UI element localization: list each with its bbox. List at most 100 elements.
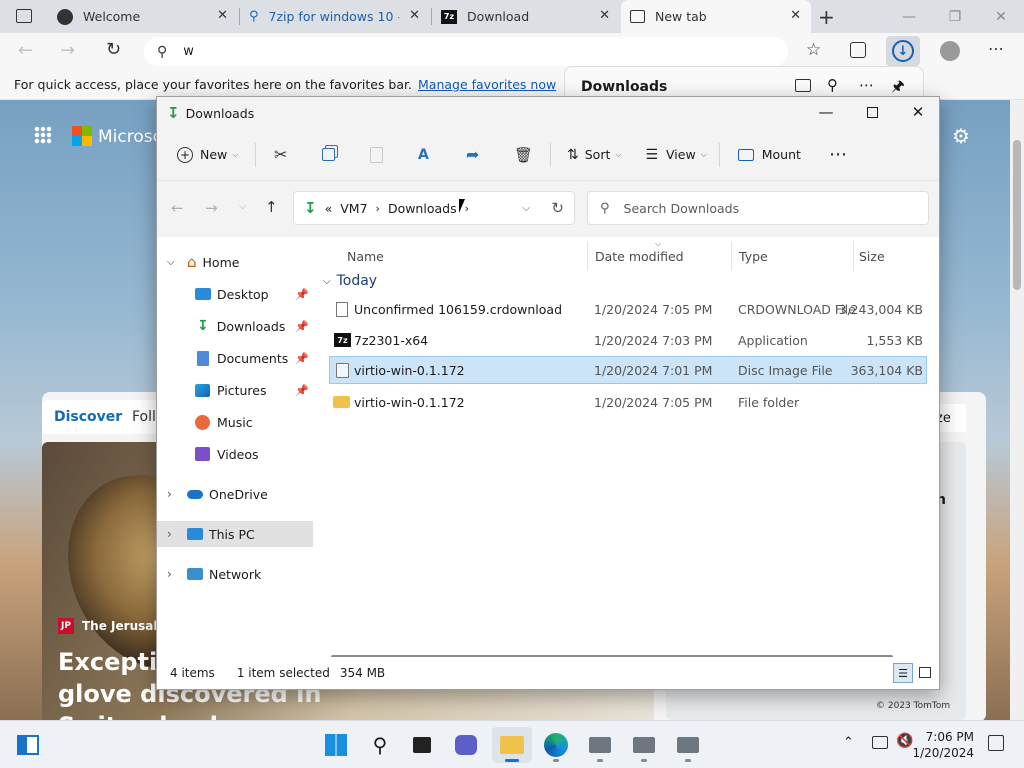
nav-item-network[interactable]: › Network [157, 561, 317, 587]
search-icon[interactable]: ⚲ [827, 76, 838, 94]
see-more-button[interactable]: ⋯ [829, 139, 847, 171]
more-options-icon[interactable]: ⋯ [859, 76, 874, 94]
notifications-icon[interactable] [988, 735, 1004, 751]
view-button[interactable]: ☰ View ⌵ [645, 139, 706, 171]
nav-item-documents[interactable]: Documents 📌 [157, 345, 317, 371]
manage-favorites-link[interactable]: Manage favorites now [418, 77, 556, 92]
share-button[interactable]: ➦ [466, 139, 486, 171]
app-taskbar-icon[interactable] [580, 727, 620, 763]
minimize-button[interactable]: — [803, 97, 849, 127]
tab-discover[interactable]: Discover Follo [42, 400, 164, 434]
tab-actions-icon[interactable] [16, 9, 32, 23]
page-scrollbar[interactable] [1010, 100, 1024, 720]
favorites-icon[interactable]: ☆ [806, 40, 821, 60]
chevron-down-icon[interactable]: ⌵ [167, 257, 181, 268]
system-clock[interactable]: 7:06 PM 1/20/2024 [912, 729, 974, 761]
apps-launcher-icon[interactable] [34, 126, 52, 144]
search-box[interactable]: ⚲ Search Downloads [587, 191, 929, 225]
breadcrumb-overflow[interactable]: « [325, 201, 333, 216]
recent-locations-button[interactable]: ⌵ [239, 201, 247, 212]
nav-item-desktop[interactable]: Desktop 📌 [157, 281, 317, 307]
delete-button[interactable]: 🗑 [514, 139, 534, 171]
back-button[interactable]: ← [18, 40, 33, 61]
chat-icon[interactable] [446, 727, 486, 763]
nav-item-videos[interactable]: Videos [157, 441, 317, 467]
close-tab-icon[interactable]: ✕ [790, 8, 801, 23]
nav-item-downloads[interactable]: ↧ Downloads 📌 [157, 313, 317, 339]
file-row-selected[interactable]: virtio-win-0.1.172 1/20/2024 7:01 PM Dis… [329, 356, 927, 384]
rename-button[interactable]: A [418, 139, 438, 171]
explorer-titlebar[interactable]: ↧ Downloads — ✕ [157, 97, 939, 129]
address-input[interactable]: w [183, 44, 194, 59]
volume-muted-icon[interactable]: 🔇 [896, 733, 913, 749]
up-button[interactable]: ↑ [265, 198, 278, 216]
tab-download[interactable]: 7z Download ✕ [432, 0, 620, 33]
search-button[interactable]: ⚲ [360, 727, 400, 763]
address-bar[interactable]: ⚲ w [144, 37, 788, 66]
sort-button[interactable]: ⇅ Sort ⌵ [567, 139, 621, 171]
tab-7zip-search[interactable]: ⚲ 7zip for windows 10 - S ✕ [240, 0, 430, 33]
show-desktop-widget-icon[interactable] [8, 727, 48, 763]
nav-item-pictures[interactable]: Pictures 📌 [157, 377, 317, 403]
close-button[interactable]: ✕ [895, 97, 941, 127]
app-taskbar-icon[interactable] [624, 727, 664, 763]
column-divider[interactable] [587, 241, 588, 271]
page-settings-gear-icon[interactable]: ⚙ [952, 124, 970, 148]
minimize-button[interactable]: — [886, 0, 932, 33]
edge-taskbar-icon[interactable] [536, 727, 576, 763]
chevron-right-icon[interactable]: › [167, 527, 181, 541]
chevron-right-icon[interactable]: › [167, 487, 181, 501]
nav-item-onedrive[interactable]: › OneDrive [157, 481, 317, 507]
nav-item-music[interactable]: Music [157, 409, 317, 435]
restore-button[interactable]: ❐ [932, 0, 978, 33]
column-header-name[interactable]: Name [347, 249, 384, 264]
start-button[interactable] [316, 727, 356, 763]
back-button[interactable]: ← [171, 199, 184, 217]
chevron-down-icon[interactable]: ⌵ [522, 203, 530, 214]
new-button[interactable]: + New ⌵ [177, 139, 241, 171]
group-header-today[interactable]: ⌵ Today [323, 269, 377, 293]
refresh-icon[interactable]: ↻ [551, 199, 564, 217]
copy-button[interactable] [322, 139, 342, 171]
chevron-right-icon[interactable]: › [167, 567, 181, 581]
settings-more-icon[interactable]: ⋯ [988, 39, 1004, 58]
app-taskbar-icon[interactable] [668, 727, 708, 763]
collections-icon[interactable] [850, 42, 866, 58]
forward-button[interactable]: → [60, 40, 75, 61]
tiles-view-icon[interactable] [919, 667, 931, 678]
file-row[interactable]: Unconfirmed 106159.crdownload 1/20/2024 … [329, 295, 927, 323]
cut-button[interactable]: ✂ [274, 139, 294, 171]
column-header-date[interactable]: Date modified [595, 249, 684, 264]
nav-item-this-pc[interactable]: › This PC [157, 521, 313, 547]
downloads-button[interactable]: ↓ [886, 36, 920, 66]
breadcrumb-downloads[interactable]: Downloads [388, 201, 457, 216]
details-view-icon[interactable]: ☰ [893, 663, 913, 683]
column-divider[interactable] [731, 241, 732, 271]
close-tab-icon[interactable]: ✕ [217, 8, 228, 23]
column-divider[interactable] [853, 241, 854, 271]
column-header-size[interactable]: Size [859, 249, 885, 264]
file-row[interactable]: virtio-win-0.1.172 1/20/2024 7:05 PM Fil… [329, 388, 927, 416]
nav-item-home[interactable]: ⌵ ⌂ Home [157, 249, 317, 275]
file-explorer-taskbar-icon[interactable] [492, 727, 532, 763]
maximize-button[interactable] [849, 97, 895, 127]
open-folder-icon[interactable] [795, 79, 811, 92]
network-status-icon[interactable] [872, 736, 888, 749]
profile-avatar[interactable] [940, 41, 960, 61]
task-view-icon[interactable] [402, 727, 442, 763]
forward-button[interactable]: → [205, 199, 218, 217]
file-row[interactable]: 7z 7z2301-x64 1/20/2024 7:03 PM Applicat… [329, 326, 927, 354]
scrollbar-thumb[interactable] [1013, 140, 1021, 290]
address-breadcrumb[interactable]: ↧ « VM7 › Downloads › ⌵ ↻ [293, 191, 575, 225]
show-hidden-icons-chevron-up-icon[interactable]: ⌃ [843, 735, 854, 750]
tab-welcome[interactable]: Welcome ✕ [48, 0, 238, 33]
close-tab-icon[interactable]: ✕ [599, 8, 610, 23]
breadcrumb-vm7[interactable]: VM7 [340, 201, 367, 216]
tab-new-tab[interactable]: New tab ✕ [621, 0, 811, 33]
close-window-button[interactable]: ✕ [978, 0, 1024, 33]
new-tab-button[interactable]: + [818, 5, 835, 29]
refresh-button[interactable]: ↻ [106, 39, 121, 60]
column-header-type[interactable]: Type [739, 249, 768, 264]
close-tab-icon[interactable]: ✕ [409, 8, 420, 23]
mount-button[interactable]: Mount [737, 139, 801, 171]
